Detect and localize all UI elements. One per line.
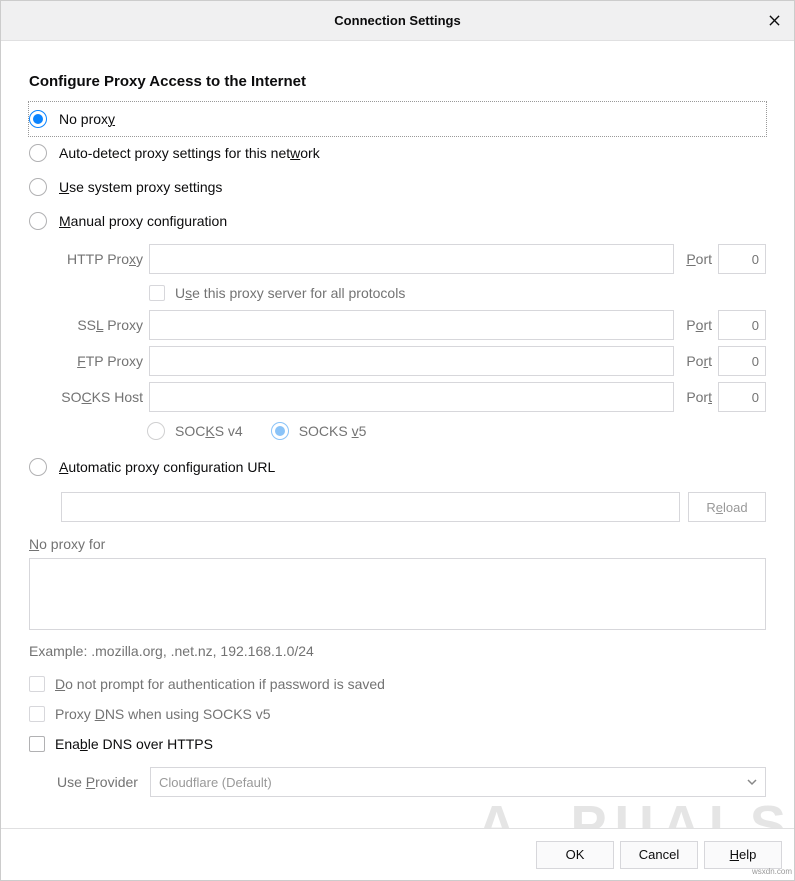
radio-label-manual-proxy: Manual proxy configuration xyxy=(59,213,227,229)
socks-v5-label: SOCKS v5 xyxy=(299,423,367,439)
http-proxy-input[interactable] xyxy=(149,244,674,274)
radio-row-no-proxy[interactable]: No proxy xyxy=(29,102,766,136)
ssl-port-input[interactable] xyxy=(718,310,766,340)
no-proxy-for-label: No proxy for xyxy=(29,536,766,552)
radio-icon xyxy=(29,178,47,196)
radio-label-auto-url: Automatic proxy configuration URL xyxy=(59,459,275,475)
radio-row-auto-url[interactable]: Automatic proxy configuration URL xyxy=(29,450,766,484)
auto-url-input[interactable] xyxy=(61,492,680,522)
no-prompt-auth-label: Do not prompt for authentication if pass… xyxy=(55,676,385,692)
titlebar: Connection Settings xyxy=(1,1,794,41)
http-proxy-label: HTTP Proxy xyxy=(61,251,143,267)
ftp-proxy-label: FTP Proxy xyxy=(61,353,143,369)
ok-button[interactable]: OK xyxy=(536,841,614,869)
radio-row-auto-detect[interactable]: Auto-detect proxy settings for this netw… xyxy=(29,136,766,170)
watermark-text: wsxdn.com xyxy=(752,867,792,876)
ssl-proxy-label: SSL Proxy xyxy=(61,317,143,333)
no-prompt-auth-checkbox[interactable] xyxy=(29,676,45,692)
cancel-button[interactable]: Cancel xyxy=(620,841,698,869)
ftp-port-input[interactable] xyxy=(718,346,766,376)
socks-host-input[interactable] xyxy=(149,382,674,412)
socks-v4-radio[interactable] xyxy=(147,422,165,440)
radio-icon xyxy=(29,144,47,162)
enable-doh-checkbox[interactable] xyxy=(29,736,45,752)
radio-icon xyxy=(29,212,47,230)
ftp-proxy-input[interactable] xyxy=(149,346,674,376)
socks-host-label: SOCKS Host xyxy=(61,389,143,405)
radio-label-no-proxy: No proxy xyxy=(59,111,115,127)
radio-icon xyxy=(29,110,47,128)
content-area: Configure Proxy Access to the Internet N… xyxy=(1,41,794,815)
chevron-down-icon xyxy=(747,775,757,790)
ftp-port-label: Port xyxy=(686,353,712,369)
help-button[interactable]: Help xyxy=(704,841,782,869)
example-text: Example: .mozilla.org, .net.nz, 192.168.… xyxy=(29,643,766,659)
proxy-dns-checkbox[interactable] xyxy=(29,706,45,722)
section-heading: Configure Proxy Access to the Internet xyxy=(29,73,766,90)
enable-doh-label: Enable DNS over HTTPS xyxy=(55,736,213,752)
ssl-proxy-input[interactable] xyxy=(149,310,674,340)
socks-v5-radio[interactable] xyxy=(271,422,289,440)
radio-label-auto-detect: Auto-detect proxy settings for this netw… xyxy=(59,145,320,161)
socks-version-row: SOCKS v4 SOCKS v5 xyxy=(147,416,766,446)
provider-select-value: Cloudflare (Default) xyxy=(159,775,272,790)
http-port-input[interactable] xyxy=(718,244,766,274)
close-button[interactable] xyxy=(754,1,794,41)
provider-select[interactable]: Cloudflare (Default) xyxy=(150,767,766,797)
provider-label: Use Provider xyxy=(57,774,138,790)
proxy-dns-label: Proxy DNS when using SOCKS v5 xyxy=(55,706,271,722)
radio-row-manual-proxy[interactable]: Manual proxy configuration xyxy=(29,204,766,238)
connection-settings-dialog: Connection Settings Configure Proxy Acce… xyxy=(0,0,795,881)
close-icon xyxy=(769,14,780,29)
socks-v4-label: SOCKS v4 xyxy=(175,423,243,439)
use-for-all-label: Use this proxy server for all protocols xyxy=(175,285,405,301)
radio-icon xyxy=(29,458,47,476)
ssl-port-label: Port xyxy=(686,317,712,333)
dialog-title: Connection Settings xyxy=(334,13,460,28)
use-for-all-checkbox[interactable] xyxy=(149,285,165,301)
dialog-footer: OK Cancel Help xyxy=(1,828,794,880)
socks-port-input[interactable] xyxy=(718,382,766,412)
manual-proxy-section: HTTP Proxy Port Use this proxy server fo… xyxy=(61,242,766,414)
socks-port-label: Port xyxy=(686,389,712,405)
no-proxy-for-textarea[interactable] xyxy=(29,558,766,630)
radio-label-system-proxy: Use system proxy settings xyxy=(59,179,222,195)
reload-button[interactable]: Reload xyxy=(688,492,766,522)
radio-row-system-proxy[interactable]: Use system proxy settings xyxy=(29,170,766,204)
http-port-label: Port xyxy=(686,251,712,267)
